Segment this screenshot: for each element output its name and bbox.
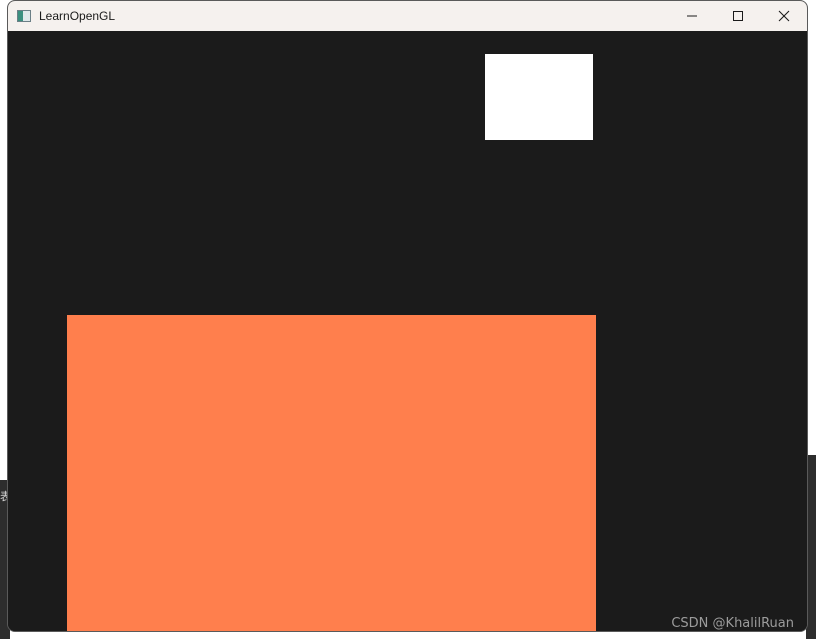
maximize-button[interactable] bbox=[715, 1, 761, 31]
light-cube bbox=[485, 54, 593, 140]
maximize-icon bbox=[733, 11, 743, 21]
close-icon bbox=[778, 10, 790, 22]
title-bar[interactable]: LearnOpenGL bbox=[8, 1, 807, 31]
window-title: LearnOpenGL bbox=[39, 9, 116, 23]
close-button[interactable] bbox=[761, 1, 807, 31]
lit-object-cube bbox=[67, 315, 596, 631]
app-window: LearnOpenGL bbox=[7, 0, 808, 632]
watermark: CSDN @KhalilRuan bbox=[671, 616, 794, 631]
opengl-viewport[interactable] bbox=[8, 31, 807, 631]
window-controls bbox=[669, 1, 807, 31]
minimize-icon bbox=[687, 15, 697, 17]
minimize-button[interactable] bbox=[669, 1, 715, 31]
app-icon bbox=[17, 10, 31, 22]
